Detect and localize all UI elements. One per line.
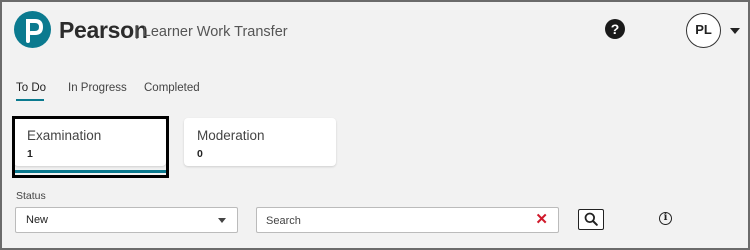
- info-icon[interactable]: i: [659, 212, 672, 225]
- tab-to-do[interactable]: To Do: [16, 82, 46, 94]
- status-select-value: New: [26, 214, 49, 226]
- tab-in-progress[interactable]: In Progress: [68, 82, 127, 94]
- card-count: 0: [197, 148, 203, 160]
- card-count: 1: [27, 148, 33, 160]
- search-button[interactable]: [578, 209, 604, 230]
- app-title: | Learner Work Transfer: [135, 24, 288, 40]
- active-tab-indicator: [16, 99, 44, 101]
- search-icon: [584, 212, 598, 226]
- close-icon[interactable]: ✕: [535, 212, 548, 228]
- card-title: Moderation: [197, 128, 265, 143]
- chevron-down-icon: [218, 218, 226, 223]
- status-select[interactable]: New: [15, 207, 238, 233]
- help-icon[interactable]: ?: [605, 19, 625, 39]
- selected-card-indicator: [15, 170, 166, 173]
- examination-card[interactable]: Examination 1: [14, 118, 166, 166]
- pearson-logo-icon[interactable]: [14, 11, 51, 48]
- search-field[interactable]: ✕: [256, 207, 559, 233]
- user-menu-chevron-down-icon[interactable]: [730, 28, 740, 34]
- status-label: Status: [16, 190, 46, 202]
- app-window: Pearson | Learner Work Transfer ? PL To …: [0, 0, 750, 250]
- search-input[interactable]: [266, 213, 526, 229]
- tab-completed[interactable]: Completed: [144, 82, 200, 94]
- card-title: Examination: [27, 128, 102, 143]
- moderation-card[interactable]: Moderation 0: [184, 118, 336, 166]
- user-avatar[interactable]: PL: [686, 13, 721, 48]
